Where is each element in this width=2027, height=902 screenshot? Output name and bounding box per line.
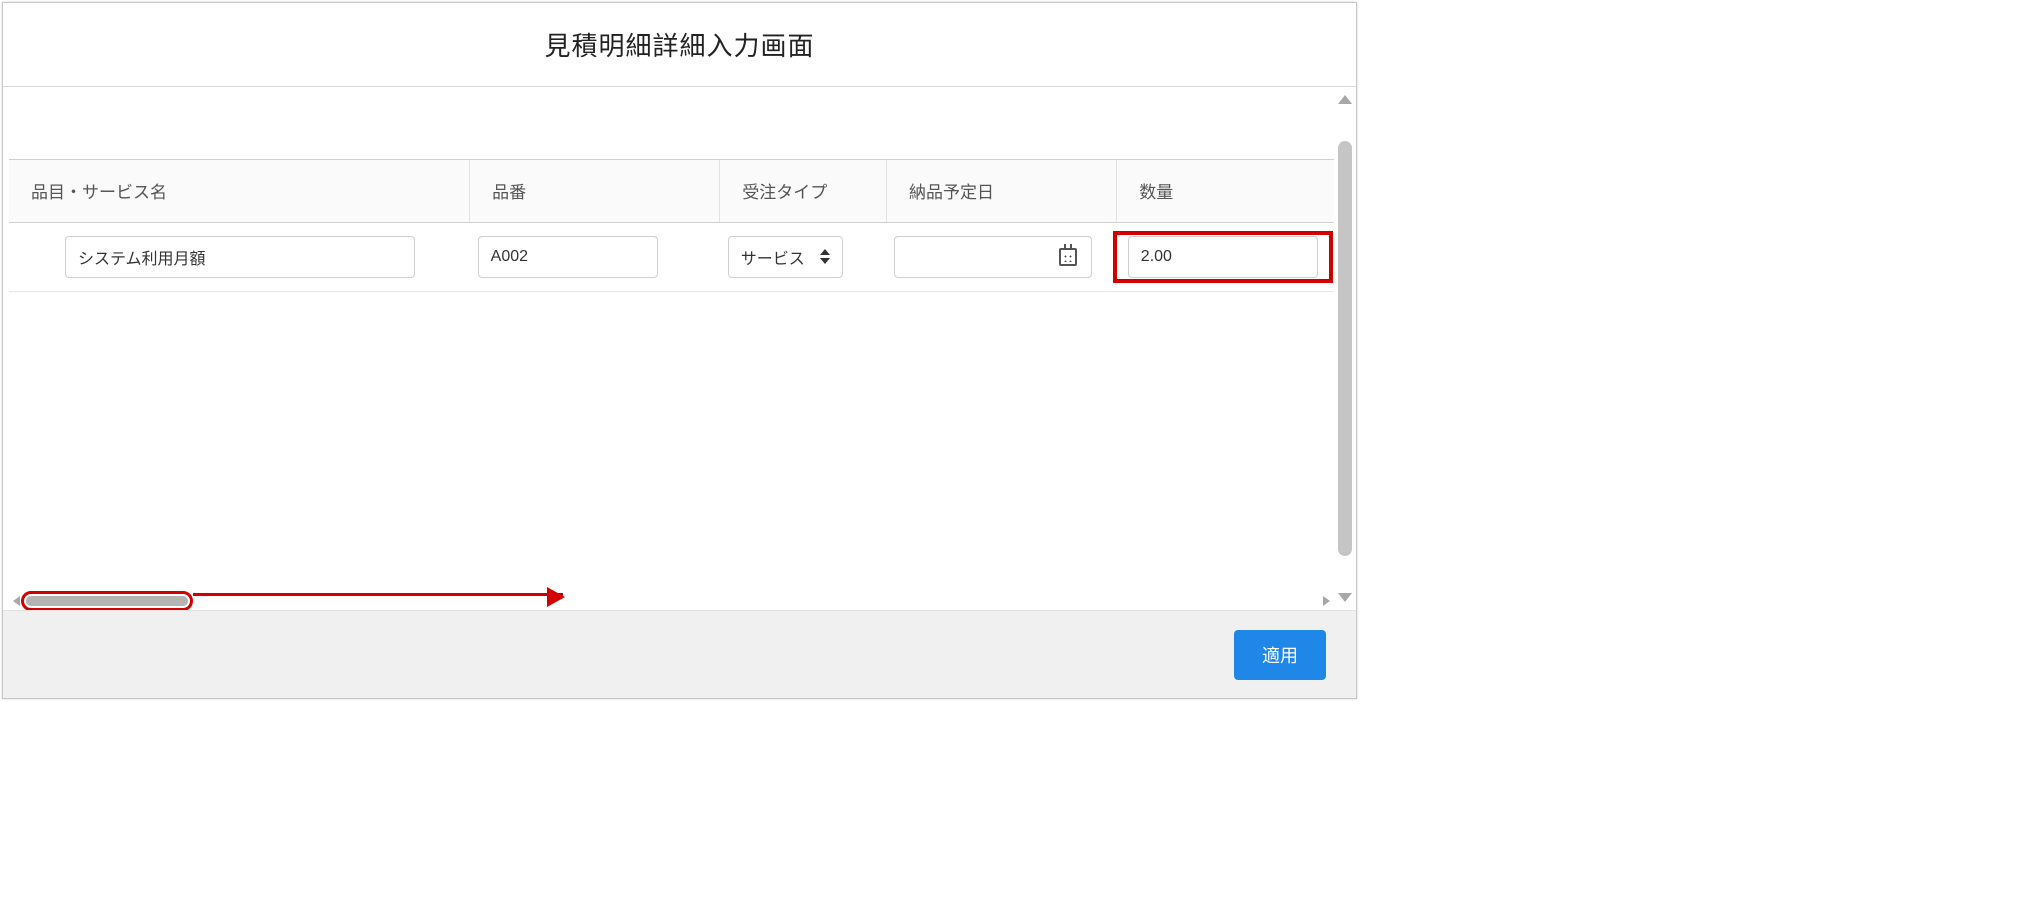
order-type-value: サービス — [741, 245, 805, 269]
content-area: 品目・サービス名 品番 受注タイプ 納品予定日 数量 システム利用月額 — [9, 87, 1334, 610]
scroll-left-icon[interactable] — [13, 596, 20, 606]
item-code-value: A002 — [491, 248, 528, 266]
detail-grid: 品目・サービス名 品番 受注タイプ 納品予定日 数量 システム利用月額 — [9, 159, 1334, 292]
scroll-up-icon[interactable] — [1338, 95, 1352, 104]
apply-button[interactable]: 適用 — [1234, 630, 1326, 680]
quantity-value: 2.00 — [1141, 248, 1172, 266]
spacer — [9, 87, 1334, 159]
col-header-qty: 数量 — [1117, 160, 1334, 222]
scroll-down-icon[interactable] — [1338, 593, 1352, 602]
col-header-code: 品番 — [470, 160, 720, 222]
dialog-vertical-scrollbar[interactable] — [1334, 87, 1356, 610]
scroll-track[interactable] — [26, 596, 1323, 606]
col-header-type: 受注タイプ — [720, 160, 887, 222]
table-row: システム利用月額 A002 サービス — [9, 222, 1334, 291]
vertical-scroll-thumb[interactable] — [1338, 141, 1352, 556]
scroll-right-icon[interactable] — [1323, 596, 1330, 606]
table-header-row: 品目・サービス名 品番 受注タイプ 納品予定日 数量 — [9, 160, 1334, 222]
dialog-title: 見積明細詳細入力画面 — [3, 3, 1356, 87]
col-header-date: 納品予定日 — [886, 160, 1116, 222]
calendar-icon — [1059, 248, 1077, 266]
delivery-date-input[interactable] — [894, 236, 1092, 278]
annotation-arrow — [193, 593, 563, 596]
col-header-name: 品目・サービス名 — [9, 160, 470, 222]
dialog-estimate-detail: 見積明細詳細入力画面 品目・サービス名 品番 受注タイプ 納品予定日 数量 — [2, 2, 1357, 699]
scroll-thumb[interactable] — [26, 596, 188, 606]
select-stepper-icon — [820, 249, 830, 264]
apply-button-label: 適用 — [1262, 646, 1298, 666]
item-name-value: システム利用月額 — [78, 245, 206, 269]
qty-highlight-box: 2.00 — [1113, 231, 1333, 283]
dialog-footer: 適用 — [3, 610, 1356, 698]
order-type-select[interactable]: サービス — [728, 236, 843, 278]
dialog-title-text: 見積明細詳細入力画面 — [544, 26, 814, 63]
item-name-input[interactable]: システム利用月額 — [65, 236, 415, 278]
detail-table: 品目・サービス名 品番 受注タイプ 納品予定日 数量 システム利用月額 — [9, 160, 1334, 292]
quantity-input[interactable]: 2.00 — [1128, 236, 1318, 278]
item-code-input[interactable]: A002 — [478, 236, 658, 278]
